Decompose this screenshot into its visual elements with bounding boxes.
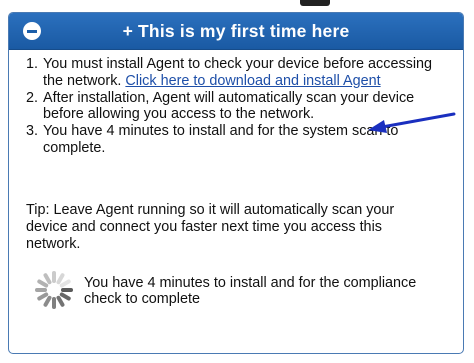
loading-spinner-icon bbox=[35, 271, 73, 309]
step-number: 3. bbox=[26, 123, 39, 140]
spinner-spoke bbox=[43, 295, 52, 307]
step-number: 1. bbox=[26, 56, 39, 72]
annotation-arrow-icon bbox=[368, 112, 456, 133]
top-edge-fragment bbox=[300, 0, 330, 6]
spinner-spoke bbox=[56, 273, 65, 285]
spinner-spoke bbox=[59, 292, 71, 301]
step-number: 2. bbox=[26, 89, 39, 106]
list-item: 1. You must install Agent to check your … bbox=[26, 56, 436, 90]
spinner-spoke bbox=[37, 292, 49, 301]
tip-text: Tip: Leave Agent running so it will auto… bbox=[26, 202, 395, 252]
panel-title: + This is my first time here bbox=[122, 21, 350, 41]
spinner-spoke bbox=[59, 279, 71, 288]
step-text: After installation, Agent will automatic… bbox=[43, 89, 415, 123]
spinner-spoke bbox=[37, 279, 49, 288]
step-text: You have 4 minutes to install and for th… bbox=[43, 123, 399, 156]
spinner-spoke bbox=[56, 295, 65, 307]
panel-header[interactable]: + This is my first time here bbox=[9, 13, 463, 50]
spinner-spoke bbox=[43, 273, 52, 285]
download-agent-link[interactable]: Click here to download and install Agent bbox=[125, 73, 380, 89]
install-steps-list: 1. You must install Agent to check your … bbox=[26, 56, 436, 157]
compliance-status-text: You have 4 minutes to install and for th… bbox=[84, 275, 417, 307]
